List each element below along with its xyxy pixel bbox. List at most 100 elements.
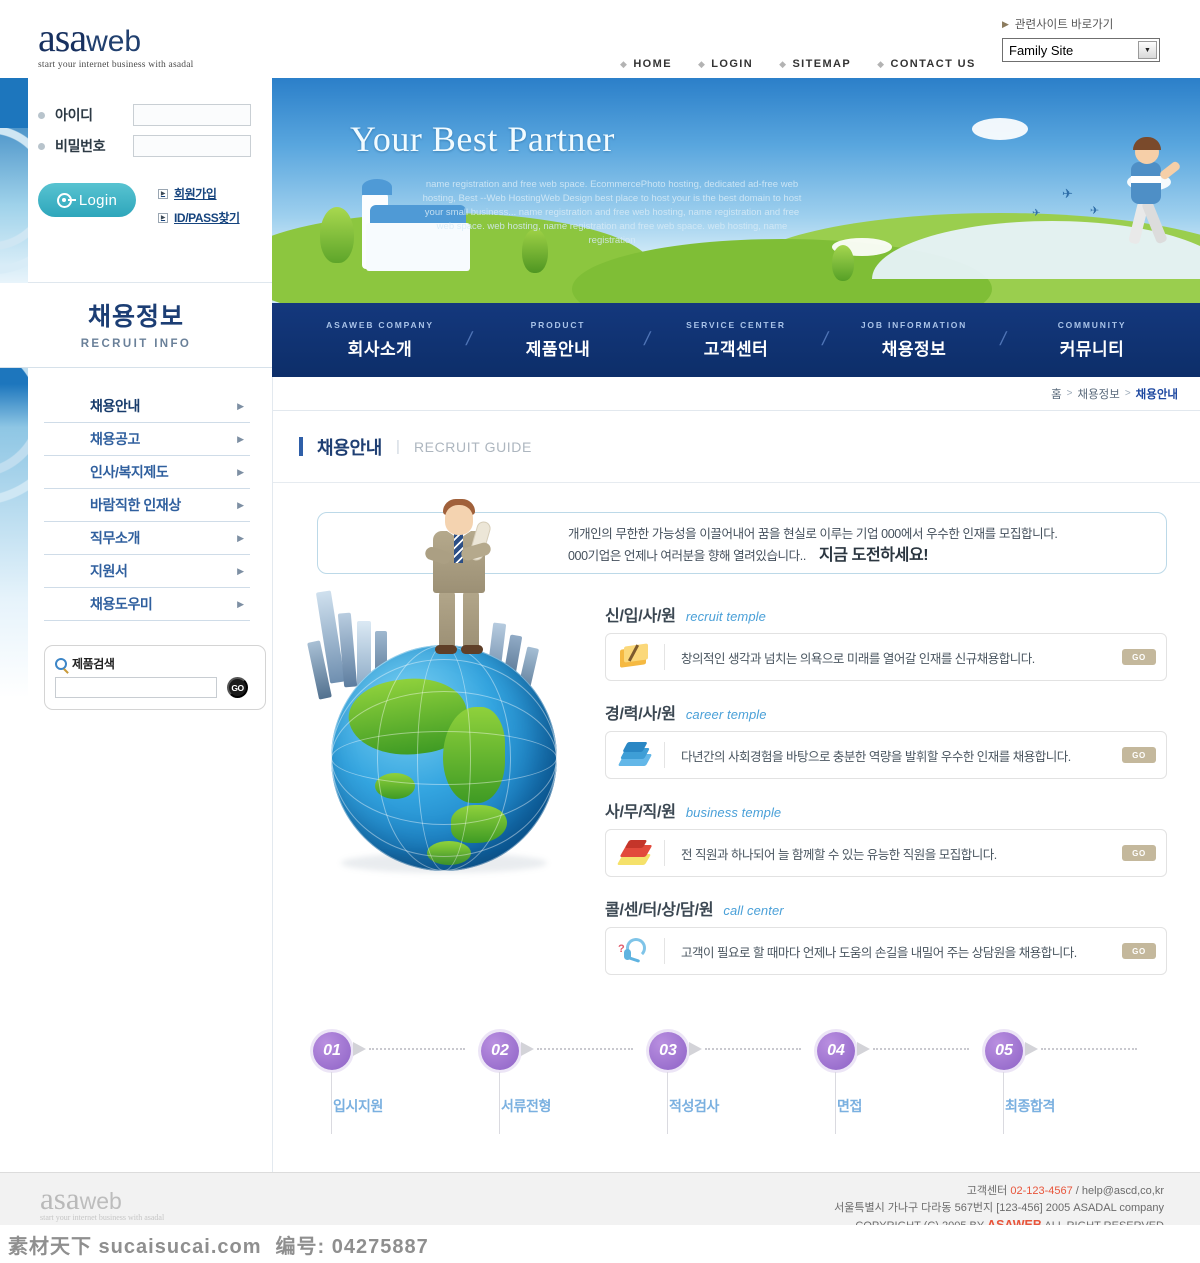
footer-logo: asaweb start your internet business with… (40, 1181, 165, 1222)
bullet-icon: ◆ (779, 58, 788, 69)
chevron-down-icon[interactable]: ▼ (1138, 41, 1157, 59)
main-navigation: ASAWEB COMPANY 회사소개 / PRODUCT 제품안내 / SERVI… (272, 303, 1200, 377)
login-id-input[interactable] (133, 104, 251, 126)
sidebar-item-recruit-helper[interactable]: 채용도우미 ▶ (44, 588, 250, 621)
chevron-right-icon: ▶ (158, 212, 168, 223)
intro-line1: 개개인의 무한한 가능성을 이끌어내어 꿈을 현실로 이루는 기업 000에서 … (568, 527, 1058, 541)
chevron-right-icon: ▶ (1002, 18, 1009, 29)
arrow-right-icon (521, 1042, 534, 1056)
job-heading: 경/력/사/원 career temple (605, 706, 767, 723)
cloud-icon (972, 118, 1028, 140)
sidebar-item-application[interactable]: 지원서 ▶ (44, 555, 250, 588)
dotted-connector (705, 1048, 801, 1050)
chevron-right-icon: > (1124, 388, 1131, 399)
layers-icon (606, 740, 664, 770)
sidebar-decoration-top (0, 78, 28, 128)
nav-separator: / (820, 329, 830, 350)
chevron-right-icon: ▶ (237, 598, 244, 609)
login-pw-label: 비밀번호 (55, 138, 106, 154)
step-label: 적성검사 (669, 1098, 719, 1114)
sidebar-decoration-lower (0, 368, 28, 698)
job-card[interactable]: ? 고객이 필요로 할 때마다 언제나 도움의 손길을 내밀어 주는 상담원을 … (605, 927, 1167, 975)
family-site-label: ▶ 관련사이트 바로가기 (1002, 18, 1114, 32)
bird-icon: ✈ (1032, 208, 1041, 219)
login-button[interactable]: Login (38, 183, 136, 217)
nav-item-service-center[interactable]: SERVICE CENTER 고객센터 (656, 320, 816, 360)
login-fields: 아이디 비밀번호 (38, 104, 251, 166)
chevron-right-icon: ▶ (237, 499, 244, 510)
dotted-connector (369, 1048, 465, 1050)
bullet-icon: ◆ (877, 58, 886, 69)
product-search-box: 제품검색 GO (44, 645, 266, 710)
topnav-contact-us[interactable]: ◆ CONTACT US (877, 58, 976, 70)
nav-item-company[interactable]: ASAWEB COMPANY 회사소개 (300, 320, 460, 360)
job-card[interactable]: 전 직원과 하나되어 늘 함께할 수 있는 유능한 직원을 모집합니다. GO (605, 829, 1167, 877)
breadcrumb-current: 채용안내 (1135, 388, 1178, 401)
runner-character (1117, 137, 1182, 265)
job-block: 콜/센/터/상/담/원 call center ? 고객이 필요로 할 때마다 … (605, 896, 1167, 975)
intro-line2: 000기업은 언제나 여러분을 향해 열려있습니다.. (568, 549, 806, 563)
job-go-button[interactable]: GO (1122, 943, 1156, 959)
family-site-select[interactable]: Family Site ▼ (1002, 38, 1160, 62)
page-title-en: RECRUIT GUIDE (413, 438, 532, 455)
intro-text: 개개인의 무한한 가능성을 이끌어내어 꿈을 현실로 이루는 기업 000에서 … (568, 523, 1058, 567)
step-label: 서류전형 (501, 1098, 551, 1114)
product-search-input[interactable] (55, 677, 217, 698)
process-step: 03 적성검사 (649, 1032, 817, 1137)
job-card[interactable]: 창의적인 생각과 넘치는 의욕으로 미래를 열어갈 인재를 신규채용합니다. G… (605, 633, 1167, 681)
watermark-bar: 素材天下 sucaisucai.com 编号: 04275887 (0, 1225, 1200, 1263)
sidebar-section-title: 채용정보 RECRUIT INFO (0, 283, 272, 368)
sidebar-item-recruit-guide[interactable]: 채용안내 ▶ (44, 390, 250, 423)
step-vertical-line (499, 1072, 500, 1134)
watermark-site: 素材天下 sucaisucai.com (8, 1235, 262, 1258)
job-card[interactable]: 다년간의 사회경험을 바탕으로 충분한 역량을 발휘할 우수한 인재를 채용합니… (605, 731, 1167, 779)
signup-link[interactable]: ▶ 회원가입 (158, 185, 240, 202)
nav-item-product[interactable]: PRODUCT 제품안내 (478, 320, 638, 360)
bullet-icon (38, 111, 45, 119)
step-vertical-line (331, 1072, 332, 1134)
job-description: 창의적인 생각과 넘치는 의욕으로 미래를 열어갈 인재를 신규채용합니다. (681, 651, 1035, 666)
hero-body-text: name registration and free web space. Ec… (422, 179, 802, 246)
chevron-right-icon: ▶ (158, 188, 168, 199)
login-pw-input[interactable] (133, 135, 251, 157)
sidebar-item-recruit-notice[interactable]: 채용공고 ▶ (44, 423, 250, 456)
step-vertical-line (667, 1072, 668, 1134)
breadcrumb-home[interactable]: 홈 (1051, 386, 1062, 402)
breadcrumb-level1[interactable]: 채용정보 (1078, 386, 1120, 402)
job-go-button[interactable]: GO (1122, 649, 1156, 665)
find-id-pass-link[interactable]: ▶ ID/PASS찾기 (158, 209, 240, 226)
globe-illustration (301, 495, 601, 875)
topnav-home[interactable]: ◆ HOME (620, 58, 672, 70)
plug-icon (56, 192, 76, 208)
sidebar-item-ideal-talent[interactable]: 바람직한 인재상 ▶ (44, 489, 250, 522)
topnav-sitemap[interactable]: ◆ SITEMAP (779, 58, 851, 70)
nav-separator: / (642, 329, 652, 350)
headset-icon: ? (606, 936, 664, 966)
job-go-button[interactable]: GO (1122, 845, 1156, 861)
process-step: 01 입시지원 (313, 1032, 481, 1137)
job-heading: 신/입/사/원 recruit temple (605, 608, 766, 625)
job-block: 신/입/사/원 recruit temple 창의적인 생각과 넘치는 의욕으로… (605, 602, 1167, 681)
topnav-login[interactable]: ◆ LOGIN (698, 58, 753, 70)
job-description: 고객이 필요로 할 때마다 언제나 도움의 손길을 내밀어 주는 상담원을 채용… (681, 945, 1077, 960)
step-vertical-line (835, 1072, 836, 1134)
divider (664, 938, 665, 964)
product-search-go-button[interactable]: GO (227, 677, 248, 698)
book-pen-icon (606, 642, 664, 672)
site-logo[interactable]: asaweb start your internet business with… (38, 18, 193, 71)
dotted-connector (1041, 1048, 1137, 1050)
nav-item-job-information[interactable]: JOB INFORMATION 채용정보 (834, 320, 994, 360)
recruit-process-steps: 01 입시지원 02 서류전형 03 적성검사 04 면접 05 최종합격 (313, 1032, 1163, 1137)
divider (664, 840, 665, 866)
step-label: 입시지원 (333, 1098, 383, 1114)
sidebar-item-job-intro[interactable]: 직무소개 ▶ (44, 522, 250, 555)
nav-item-community[interactable]: COMMUNITY 커뮤니티 (1012, 320, 1172, 360)
globe-icon (331, 645, 557, 871)
chevron-right-icon: ▶ (237, 400, 244, 411)
job-go-button[interactable]: GO (1122, 747, 1156, 763)
job-list: 신/입/사/원 recruit temple 창의적인 생각과 넘치는 의욕으로… (605, 602, 1167, 994)
login-panel: 아이디 비밀번호 Login ▶ 회원가입 ▶ ID/PASS찾기 (0, 78, 272, 283)
sidebar-item-hr-welfare[interactable]: 인사/복지제도 ▶ (44, 456, 250, 489)
sidebar-title-en: RECRUIT INFO (80, 338, 192, 350)
job-description: 전 직원과 하나되어 늘 함께할 수 있는 유능한 직원을 모집합니다. (681, 847, 997, 862)
